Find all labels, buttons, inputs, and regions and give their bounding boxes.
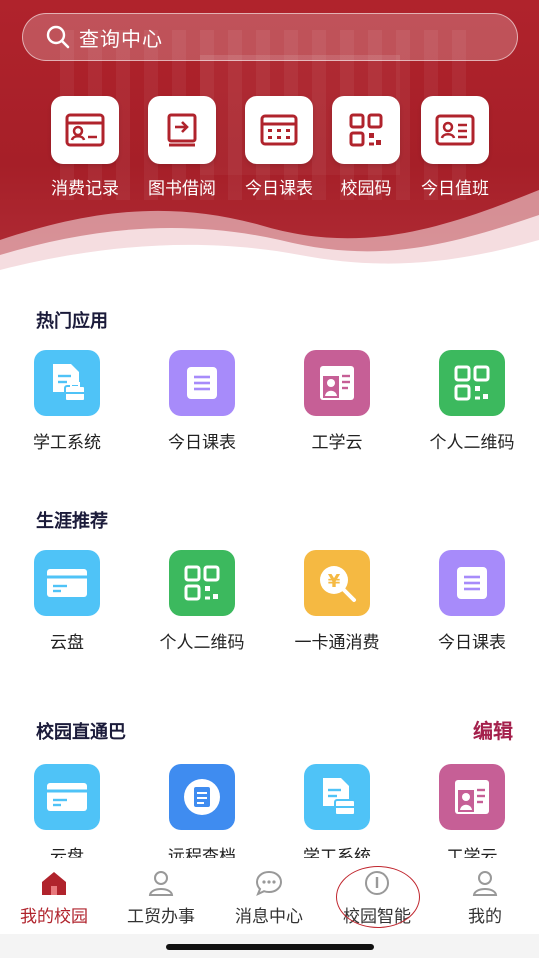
profile-icon [320, 366, 354, 400]
nav-label: 工贸办事 [127, 907, 195, 927]
nav-label: 我的校园 [20, 907, 88, 927]
qr-code-icon [184, 565, 220, 601]
quick-action-library[interactable]: 图书借阅 [127, 96, 237, 199]
nav-label: 我的 [468, 907, 502, 927]
app-tile [169, 764, 235, 830]
quick-action-label: 今日值班 [421, 179, 489, 199]
svg-text:¥: ¥ [328, 571, 341, 592]
nav-affairs[interactable]: 工贸办事 [107, 868, 215, 927]
list-icon [457, 567, 487, 599]
quick-action-label: 图书借阅 [148, 179, 216, 199]
nav-messages[interactable]: 消息中心 [215, 868, 323, 927]
app-card-consumption[interactable]: ¥ 一卡通消费 [272, 550, 402, 653]
app-gongxue-cloud[interactable]: 工学云 [407, 764, 537, 858]
home-indicator[interactable] [166, 944, 374, 950]
hot-apps-grid: 学工系统 今日课表 工学云 个人二维码 [0, 350, 539, 460]
bottom-navigation: 我的校园 工贸办事 消息中心 校园智能 我的 [0, 858, 539, 934]
campus-apps-grid: 云盘 远程查档 学工系统 工学云 [0, 764, 539, 858]
annotation-circle [336, 866, 420, 928]
quick-action-tile [51, 96, 119, 164]
section-title-career: 生涯推荐 [36, 511, 108, 532]
app-cloud-disk[interactable]: 云盘 [2, 550, 132, 653]
profile-icon [455, 780, 489, 814]
career-apps-grid: 云盘 个人二维码 ¥ 一卡通消费 今日课表 [0, 550, 539, 660]
chat-icon [255, 870, 283, 896]
person-icon [148, 871, 174, 896]
app-student-affairs[interactable]: 学工系统 [272, 764, 402, 858]
card-icon [47, 783, 87, 811]
app-personal-qr[interactable]: 个人二维码 [137, 550, 267, 653]
app-tile [34, 350, 100, 416]
app-tile [439, 764, 505, 830]
app-label: 今日课表 [438, 633, 506, 653]
app-label: 远程查档 [168, 847, 236, 858]
app-tile [304, 350, 370, 416]
app-remote-archive[interactable]: 远程查档 [137, 764, 267, 858]
app-label: 个人二维码 [159, 633, 245, 653]
app-cloud-disk[interactable]: 云盘 [2, 764, 132, 858]
document-briefcase-icon [53, 364, 86, 402]
quick-action-label: 校园码 [340, 179, 392, 199]
home-icon [42, 872, 66, 895]
yen-search-icon: ¥ [320, 566, 356, 602]
timetable-icon [260, 114, 298, 146]
person-icon [472, 871, 498, 896]
app-label: 云盘 [50, 633, 84, 653]
quick-action-tile [148, 96, 216, 164]
app-tile [169, 350, 235, 416]
qr-code-icon [349, 113, 383, 147]
app-gongxue-cloud[interactable]: 工学云 [272, 350, 402, 453]
book-icon [167, 113, 197, 147]
app-tile [304, 764, 370, 830]
quick-action-label: 今日课表 [245, 179, 313, 199]
quick-action-duty[interactable]: 今日值班 [400, 96, 510, 199]
app-timetable[interactable]: 今日课表 [137, 350, 267, 453]
duty-card-icon [435, 114, 475, 146]
app-tile [169, 550, 235, 616]
app-tile [439, 550, 505, 616]
app-personal-qr[interactable]: 个人二维码 [407, 350, 537, 453]
app-label: 云盘 [50, 847, 84, 858]
app-label: 工学云 [446, 847, 498, 858]
qr-code-icon [454, 365, 490, 401]
quick-action-tile [245, 96, 313, 164]
search-placeholder: 查询中心 [79, 26, 163, 51]
app-tile [34, 764, 100, 830]
app-tile [34, 550, 100, 616]
app-label: 一卡通消费 [294, 633, 380, 653]
app-label: 今日课表 [168, 433, 236, 453]
quick-action-tile [421, 96, 489, 164]
list-icon [187, 367, 217, 399]
nav-my-campus[interactable]: 我的校园 [0, 868, 108, 927]
nav-me[interactable]: 我的 [431, 868, 539, 927]
document-briefcase-icon [323, 778, 356, 816]
section-title-hot: 热门应用 [36, 311, 108, 332]
app-label: 工学云 [311, 433, 363, 453]
search-bar[interactable]: 查询中心 [22, 13, 518, 61]
quick-action-tile [332, 96, 400, 164]
card-icon [47, 569, 87, 597]
app-tile [439, 350, 505, 416]
nav-label: 消息中心 [235, 907, 303, 927]
edit-button[interactable]: 编辑 [473, 715, 513, 744]
app-label: 学工系统 [303, 847, 371, 858]
app-student-affairs[interactable]: 学工系统 [2, 350, 132, 453]
app-label: 个人二维码 [429, 433, 515, 453]
search-icon [46, 25, 70, 49]
section-title-campus: 校园直通巴 [36, 722, 126, 743]
globe-doc-icon [184, 779, 220, 815]
app-tile: ¥ [304, 550, 370, 616]
header-banner: 查询中心 消费记录 图书借阅 今日课表 校园码 今日值班 [0, 0, 539, 300]
app-timetable[interactable]: 今日课表 [407, 550, 537, 653]
id-card-icon [65, 113, 105, 147]
app-label: 学工系统 [33, 433, 101, 453]
quick-action-label: 消费记录 [51, 179, 119, 199]
quick-action-consumption[interactable]: 消费记录 [30, 96, 140, 199]
